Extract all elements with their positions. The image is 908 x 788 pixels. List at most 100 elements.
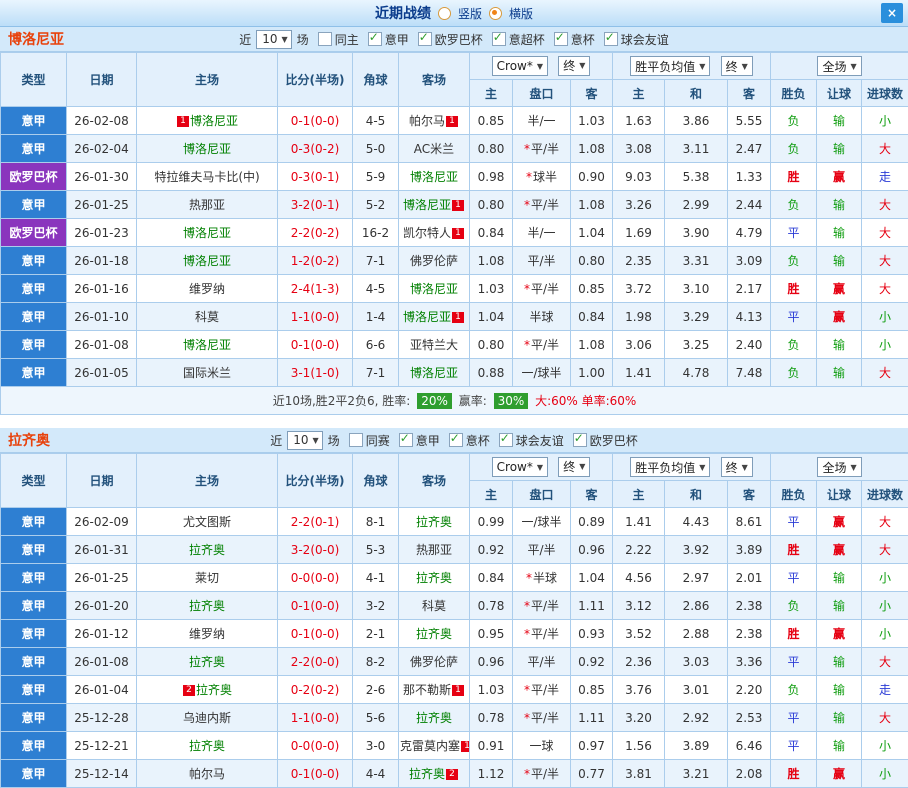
handicap-result-cell: 赢 — [817, 536, 862, 564]
checkbox-icon[interactable] — [449, 433, 463, 447]
handicap-cell: *半球 — [513, 564, 571, 592]
full-match-select[interactable]: 全场▼ — [817, 56, 861, 76]
crown-home-odds: 1.12 — [470, 760, 513, 788]
filter-checkbox[interactable]: 球会友谊 — [604, 31, 669, 48]
team-name: 博洛尼亚 — [410, 282, 458, 296]
checkbox-icon[interactable] — [492, 32, 506, 46]
handicap-cell: 半/一 — [513, 107, 571, 135]
corner-cell: 2-6 — [353, 676, 399, 704]
handicap-result-cell: 输 — [817, 331, 862, 359]
filter-checkbox[interactable]: 意甲 — [368, 31, 409, 48]
handicap-star: * — [524, 627, 530, 641]
handicap-star: * — [524, 711, 530, 725]
team-name: 凯尔特人 — [403, 226, 451, 240]
final-odds-select[interactable]: 终▼ — [558, 457, 590, 477]
handicap-cell: *平/半 — [513, 275, 571, 303]
avg-away-odds: 5.55 — [728, 107, 771, 135]
crown-away-odds: 0.96 — [571, 536, 613, 564]
bookmaker-select[interactable]: Crow*▼ — [492, 457, 548, 477]
team-name: 拉齐奥 — [196, 683, 232, 697]
checkbox-icon[interactable] — [399, 433, 413, 447]
date-cell: 26-01-25 — [67, 564, 137, 592]
filter-checkbox[interactable]: 同主 — [318, 31, 359, 48]
filter-checkbox[interactable]: 意超杯 — [492, 31, 545, 48]
team-name: 博洛尼亚 — [183, 142, 231, 156]
horizontal-layout-label: 横版 — [509, 5, 533, 22]
checkbox-icon[interactable] — [318, 32, 332, 46]
match-count-select[interactable]: 10▼ — [256, 30, 291, 49]
filter-checkbox[interactable]: 意杯 — [554, 31, 595, 48]
avg-away-odds: 2.47 — [728, 135, 771, 163]
handicap-result-cell: 赢 — [817, 508, 862, 536]
league-cell: 意甲 — [1, 676, 67, 704]
crown-home-odds: 0.85 — [470, 107, 513, 135]
radio-horizontal-layout[interactable] — [489, 7, 502, 20]
filter-checkbox[interactable]: 意甲 — [399, 432, 440, 449]
result-cell: 负 — [771, 676, 817, 704]
date-cell: 26-02-09 — [67, 508, 137, 536]
avg-odds-select[interactable]: 胜平负均值▼ — [630, 56, 710, 76]
filter-checkbox[interactable]: 欧罗巴杯 — [573, 432, 638, 449]
result-cell: 胜 — [771, 536, 817, 564]
col-result: 胜负 — [771, 481, 817, 508]
handicap-result-cell: 输 — [817, 732, 862, 760]
bookmaker-select[interactable]: Crow*▼ — [492, 56, 548, 76]
avg-draw-odds: 3.90 — [665, 219, 728, 247]
close-button[interactable]: × — [881, 3, 903, 23]
avg-home-odds: 4.56 — [613, 564, 665, 592]
col-avg-draw: 和 — [665, 481, 728, 508]
col-home: 主场 — [137, 454, 278, 508]
avg-home-odds: 1.98 — [613, 303, 665, 331]
goals-result-cell: 大 — [862, 219, 908, 247]
league-cell: 意甲 — [1, 620, 67, 648]
league-cell: 意甲 — [1, 359, 67, 387]
checkbox-icon[interactable] — [368, 32, 382, 46]
final-odds-select[interactable]: 终▼ — [721, 56, 753, 76]
final-odds-select[interactable]: 终▼ — [721, 457, 753, 477]
title-bar: 近期战绩 竖版 横版 × — [0, 0, 908, 27]
checkbox-icon[interactable] — [418, 32, 432, 46]
filter-checkbox[interactable]: 同赛 — [349, 432, 390, 449]
checkbox-icon[interactable] — [554, 32, 568, 46]
corner-cell: 16-2 — [353, 219, 399, 247]
checkbox-icon[interactable] — [349, 433, 363, 447]
avg-away-odds: 3.89 — [728, 536, 771, 564]
team-name: 那不勒斯 — [403, 683, 451, 697]
team-name: 克雷莫内塞 — [400, 739, 460, 753]
goals-result-cell: 大 — [862, 275, 908, 303]
final-odds-select[interactable]: 终▼ — [558, 56, 590, 76]
corner-cell: 5-3 — [353, 536, 399, 564]
league-cell: 意甲 — [1, 760, 67, 788]
result-cell: 平 — [771, 564, 817, 592]
corner-cell: 5-6 — [353, 704, 399, 732]
team-name: 博洛尼亚 — [183, 254, 231, 268]
handicap-result-cell: 输 — [817, 564, 862, 592]
radio-vertical-layout[interactable] — [438, 7, 451, 20]
date-cell: 26-01-16 — [67, 275, 137, 303]
handicap-cell: *球半 — [513, 163, 571, 191]
filter-checkbox[interactable]: 球会友谊 — [499, 432, 564, 449]
col-result: 胜负 — [771, 80, 817, 107]
date-cell: 26-01-20 — [67, 592, 137, 620]
checkbox-icon[interactable] — [499, 433, 513, 447]
goals-result-cell: 小 — [862, 620, 908, 648]
match-count-select[interactable]: 10▼ — [287, 431, 322, 450]
date-cell: 25-12-21 — [67, 732, 137, 760]
score-cell: 0-0(0-0) — [278, 564, 353, 592]
checkbox-icon[interactable] — [604, 32, 618, 46]
team-name: 拉齐奥 — [416, 711, 452, 725]
filter-checkbox[interactable]: 意杯 — [449, 432, 490, 449]
date-cell: 25-12-14 — [67, 760, 137, 788]
big-rate-text: 大:60% — [535, 394, 578, 408]
games-label: 场 — [297, 31, 309, 48]
filter-checkbox[interactable]: 欧罗巴杯 — [418, 31, 483, 48]
score-cell: 0-3(0-2) — [278, 135, 353, 163]
team-name: AC米兰 — [414, 142, 454, 156]
checkbox-icon[interactable] — [573, 433, 587, 447]
date-cell: 26-01-05 — [67, 359, 137, 387]
full-match-select[interactable]: 全场▼ — [817, 457, 861, 477]
avg-draw-odds: 2.86 — [665, 592, 728, 620]
avg-odds-select[interactable]: 胜平负均值▼ — [630, 457, 710, 477]
match-row: 意甲26-01-10科莫1-1(0-0)1-4博洛尼亚11.04半球0.841.… — [1, 303, 908, 331]
results-table: 类型 日期 主场 比分(半场) 角球 客场 Crow*▼ 终▼ 胜平负均值▼ 终… — [0, 453, 908, 788]
